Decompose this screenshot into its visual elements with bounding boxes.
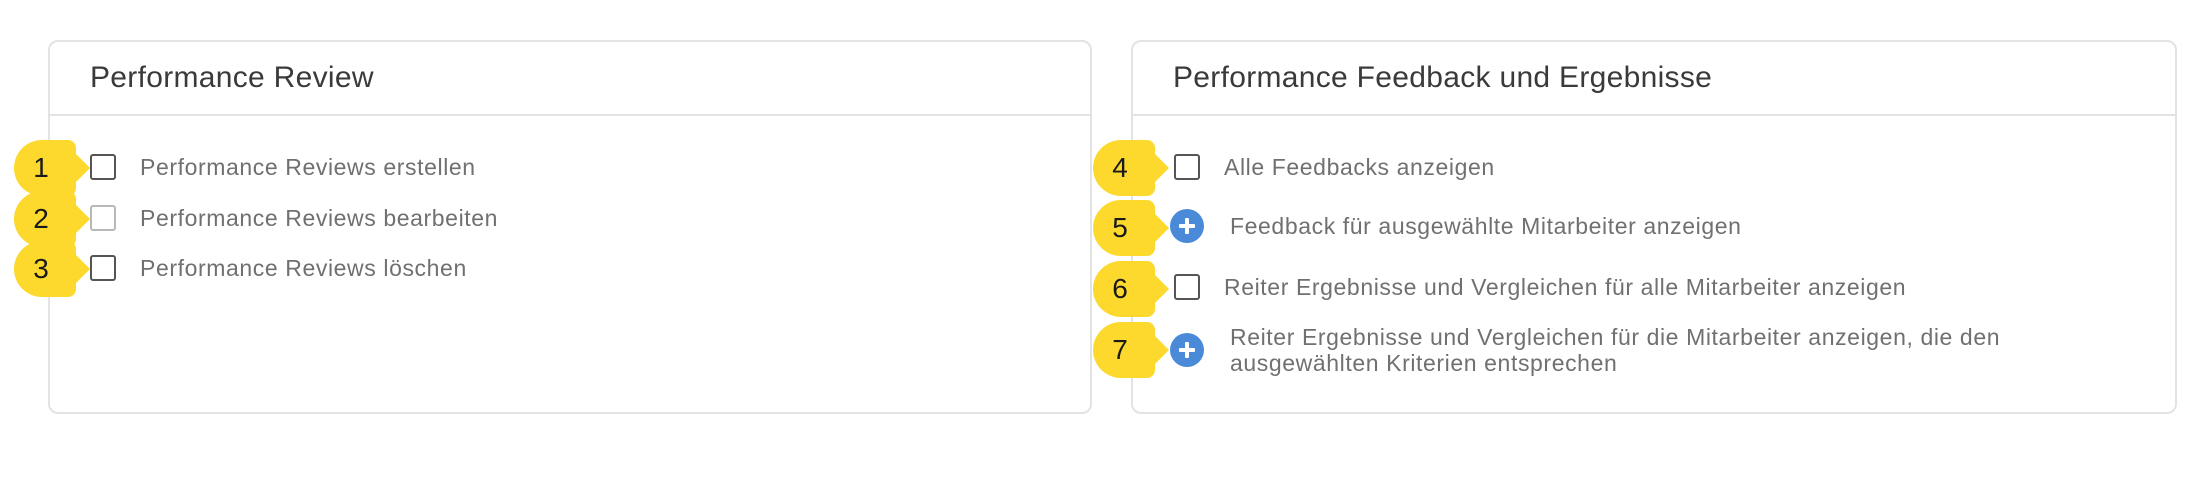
plus-circle-icon[interactable] xyxy=(1170,209,1204,243)
checkbox[interactable] xyxy=(90,205,116,231)
performance-feedback-panel: Performance Feedback und Ergebnisse Alle… xyxy=(1131,40,2177,414)
annotation-badge-6: 6 xyxy=(1093,261,1155,317)
checkbox[interactable] xyxy=(1174,274,1200,300)
permission-label: Alle Feedbacks anzeigen xyxy=(1224,154,1495,180)
panel-header: Performance Review xyxy=(50,42,1090,116)
performance-review-panel: Performance Review Performance Reviews e… xyxy=(48,40,1092,414)
permission-row-create-reviews[interactable]: Performance Reviews erstellen xyxy=(90,154,476,180)
permission-label-group: Reiter Ergebnisse und Vergleichen für di… xyxy=(1230,324,2000,376)
permission-row-results-all[interactable]: Reiter Ergebnisse und Vergleichen für al… xyxy=(1174,274,1906,300)
permission-label: Feedback für ausgewählte Mitarbeiter anz… xyxy=(1230,213,1742,239)
permission-label-line2: ausgewählten Kriterien entsprechen xyxy=(1230,350,1618,376)
permission-row-selected-feedback[interactable]: Feedback für ausgewählte Mitarbeiter anz… xyxy=(1170,209,1742,243)
annotation-badge-7: 7 xyxy=(1093,322,1155,378)
checkbox[interactable] xyxy=(90,154,116,180)
permission-label-line1: Reiter Ergebnisse und Vergleichen für di… xyxy=(1230,324,2001,350)
permission-row-all-feedbacks[interactable]: Alle Feedbacks anzeigen xyxy=(1174,154,1495,180)
plus-circle-icon[interactable] xyxy=(1170,333,1204,367)
permission-row-delete-reviews[interactable]: Performance Reviews löschen xyxy=(90,255,467,281)
checkbox[interactable] xyxy=(1174,154,1200,180)
panel-header: Performance Feedback und Ergebnisse xyxy=(1133,42,2175,116)
permission-row-edit-reviews[interactable]: Performance Reviews bearbeiten xyxy=(90,205,498,231)
annotation-badge-3: 3 xyxy=(14,241,76,297)
annotation-badge-1: 1 xyxy=(14,140,76,196)
panel-title: Performance Review xyxy=(90,61,374,94)
annotation-badge-2: 2 xyxy=(14,191,76,247)
permission-row-results-criteria[interactable]: Reiter Ergebnisse und Vergleichen für di… xyxy=(1170,324,2000,376)
annotation-badge-5: 5 xyxy=(1093,200,1155,256)
permission-label: Performance Reviews bearbeiten xyxy=(140,205,499,231)
permission-label: Reiter Ergebnisse und Vergleichen für al… xyxy=(1224,274,1907,300)
permission-label: Performance Reviews erstellen xyxy=(140,154,476,180)
annotation-badge-4: 4 xyxy=(1093,140,1155,196)
permission-label: Performance Reviews löschen xyxy=(140,255,467,281)
checkbox[interactable] xyxy=(90,255,116,281)
panel-title: Performance Feedback und Ergebnisse xyxy=(1173,61,1713,94)
